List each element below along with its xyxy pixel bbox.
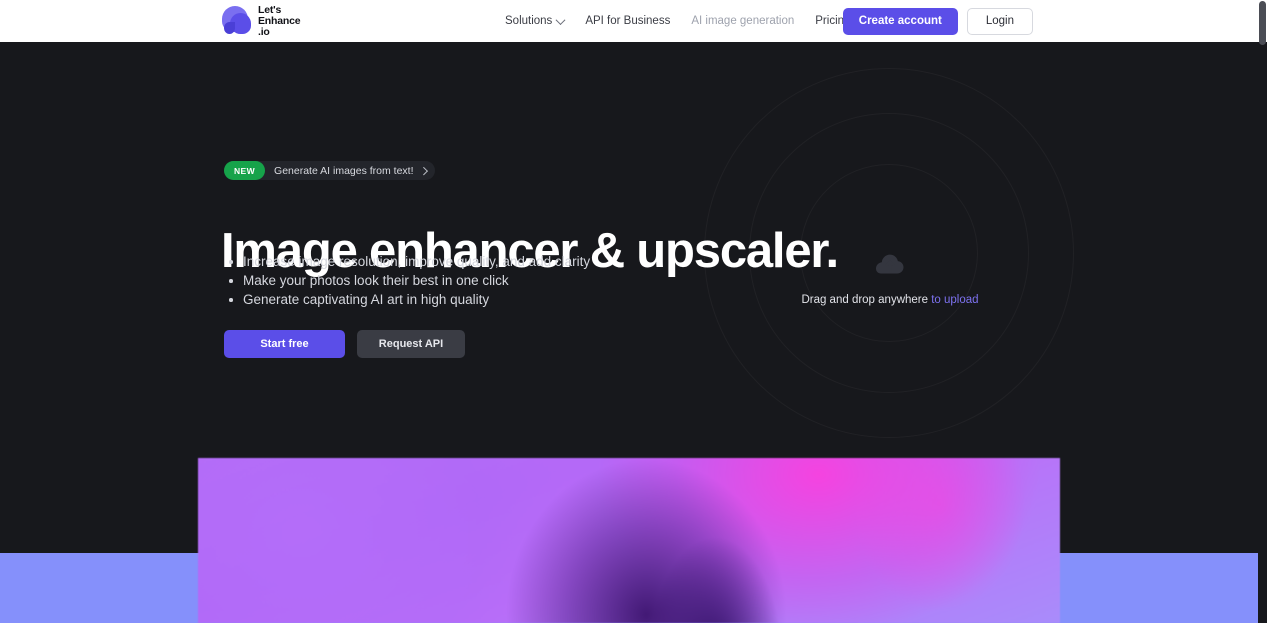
- page-root: Let's Enhance .io Solutions API for Busi…: [0, 0, 1267, 623]
- dropzone-text-row: Drag and drop anywhere to upload: [760, 294, 1020, 306]
- login-button[interactable]: Login: [966, 7, 1033, 35]
- chevron-right-icon: [419, 166, 428, 175]
- nav-item-ai-image-generation-label: AI image generation: [691, 15, 795, 27]
- nav-item-ai-image-generation[interactable]: AI image generation: [691, 15, 794, 27]
- hero-cta-row: Start free Request API: [224, 330, 465, 358]
- main-nav: Solutions API for Business AI image gene…: [505, 0, 894, 42]
- nav-item-api-for-business-label: API for Business: [585, 15, 671, 27]
- request-api-button[interactable]: Request API: [357, 330, 465, 358]
- preview-image: [198, 458, 1060, 623]
- new-feature-badge[interactable]: NEW Generate AI images from text!: [224, 161, 436, 180]
- logo-line-2: Enhance: [258, 15, 301, 28]
- create-account-button[interactable]: Create account: [842, 7, 958, 35]
- lets-enhance-blob-logo-icon: [222, 6, 252, 36]
- scrollbar-thumb[interactable]: [1259, 1, 1266, 45]
- site-logo[interactable]: Let's Enhance .io: [222, 3, 301, 39]
- dropzone-text: Drag and drop anywhere: [801, 294, 929, 306]
- chevron-down-icon: [555, 14, 566, 25]
- scrollbar-track-lower[interactable]: [1258, 42, 1267, 623]
- badge-new-tag: NEW: [224, 161, 266, 180]
- logo-line-3: .io: [258, 26, 270, 39]
- start-free-button[interactable]: Start free: [224, 330, 345, 358]
- list-item: Increase image resolution, improve quali…: [228, 252, 590, 271]
- ukraine-flag-icon: [296, 8, 310, 17]
- badge-text: Generate AI images from text!: [274, 164, 414, 177]
- nav-item-api-for-business[interactable]: API for Business: [585, 15, 670, 27]
- cloud-upload-icon: [876, 254, 904, 274]
- logo-wordmark: Let's Enhance .io: [258, 3, 301, 39]
- site-header: Let's Enhance .io Solutions API for Busi…: [0, 0, 1258, 42]
- list-item: Make your photos look their best in one …: [228, 271, 590, 290]
- upload-dropzone[interactable]: Drag and drop anywhere to upload: [760, 252, 1020, 306]
- nav-item-solutions[interactable]: Solutions: [505, 14, 566, 27]
- logo-line-1: Let's: [258, 4, 282, 16]
- upload-link[interactable]: to upload: [931, 294, 978, 306]
- nav-item-solutions-label: Solutions: [505, 15, 553, 27]
- header-actions: Create account Login: [842, 0, 1033, 42]
- hero-feature-list: Increase image resolution, improve quali…: [228, 252, 590, 309]
- list-item: Generate captivating AI art in high qual…: [228, 290, 590, 309]
